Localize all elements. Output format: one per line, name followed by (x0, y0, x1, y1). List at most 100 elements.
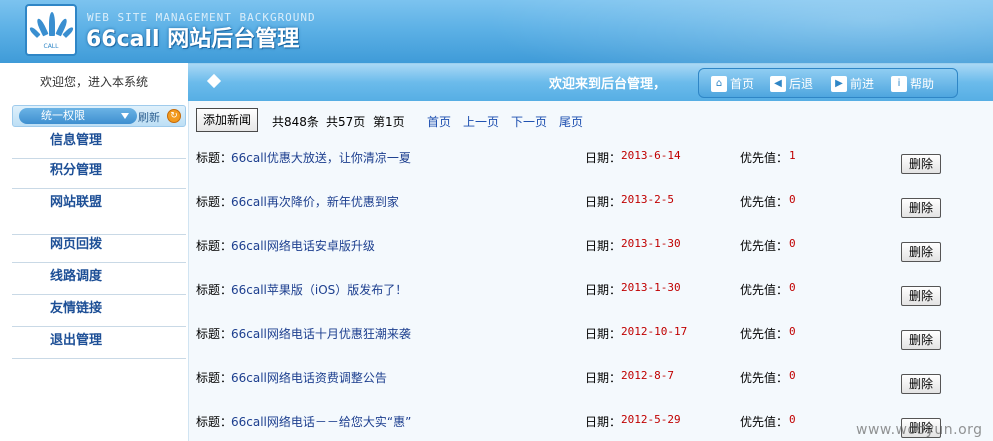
date-label: 日期： (585, 327, 622, 341)
table-row: 标题： 66call优惠大放送，让你清凉一夏 日期： 2013-6-14 优先值… (189, 145, 993, 189)
sidebar-welcome: 欢迎您，进入本系统 (39, 75, 148, 89)
news-date: 2012-10-17 (621, 325, 688, 338)
help-label: 帮助 (910, 77, 935, 91)
back-button[interactable]: ◀ 后退 (770, 76, 813, 92)
delete-button[interactable]: 删除 (901, 374, 941, 394)
sidebar-item-label: 信息管理 (49, 133, 102, 148)
delete-button[interactable]: 删除 (901, 286, 941, 306)
date-label: 日期： (585, 239, 622, 253)
sidebar-item-label: 线路调度 (49, 269, 102, 284)
priority-label: 优先值： (740, 371, 789, 385)
date-label: 日期： (585, 283, 622, 297)
title-label: 标题： (196, 371, 233, 385)
delete-button[interactable]: 删除 (901, 198, 941, 218)
sidebar-item-logout[interactable]: 退出管理 (12, 329, 186, 359)
chevron-down-icon (121, 113, 129, 119)
news-priority: 0 (789, 237, 796, 250)
news-title[interactable]: 66call再次降价，新年优惠到家 (231, 193, 399, 210)
permission-select-label: 统一权限 (41, 109, 85, 122)
back-label: 后退 (789, 77, 814, 91)
title-label: 标题： (196, 415, 233, 429)
delete-button[interactable]: 删除 (901, 330, 941, 350)
header-banner: CALL WEB SITE MANAGEMENT BACKGROUND 66ca… (0, 0, 993, 63)
forward-icon: ▶ (831, 76, 847, 92)
news-date: 2013-1-30 (621, 237, 681, 250)
news-date: 2013-2-5 (621, 193, 674, 206)
sidebar-item-label: 积分管理 (49, 163, 102, 178)
current-page: 第1页 (373, 115, 405, 129)
watermark: www.wooyun.org (856, 422, 983, 438)
home-icon: ⌂ (711, 76, 727, 92)
priority-label: 优先值： (740, 195, 789, 209)
add-news-button[interactable]: 添加新闻 (196, 108, 258, 132)
home-button[interactable]: ⌂ 首页 (711, 76, 754, 92)
date-label: 日期： (585, 195, 622, 209)
sidebar-item-label: 网站联盟 (49, 195, 102, 210)
table-row: 标题： 66call网络电话安卓版升级 日期： 2013-1-30 优先值： 0… (189, 233, 993, 277)
help-button[interactable]: i 帮助 (891, 76, 934, 92)
priority-label: 优先值： (740, 327, 789, 341)
news-title[interactable]: 66call网络电话安卓版升级 (231, 237, 375, 254)
sidebar-item-alliance[interactable]: 网站联盟 (12, 191, 186, 235)
sidebar-item-label: 网页回拨 (49, 237, 102, 252)
date-label: 日期： (585, 415, 622, 429)
delete-button[interactable]: 删除 (901, 154, 941, 174)
sidebar-item-callback[interactable]: 网页回拨 (12, 233, 186, 263)
news-title[interactable]: 66call苹果版（iOS）版发布了！ (231, 281, 407, 298)
title-label: 标题： (196, 283, 233, 297)
forward-button[interactable]: ▶ 前进 (831, 76, 874, 92)
sidebar-item-label: 友情链接 (49, 301, 102, 316)
permission-bar: 统一权限 刷新 ↻ (12, 105, 186, 127)
last-page-link[interactable]: 尾页 (559, 113, 583, 130)
priority-label: 优先值： (740, 415, 789, 429)
sidebar-item-label: 退出管理 (49, 333, 102, 348)
header-glow (420, 0, 993, 63)
sidebar-item-info[interactable]: 信息管理 (12, 129, 186, 159)
table-row: 标题： 66call网络电话十月优惠狂潮来袭 日期： 2012-10-17 优先… (189, 321, 993, 365)
table-row: 标题： 66call苹果版（iOS）版发布了！ 日期： 2013-1-30 优先… (189, 277, 993, 321)
title-label: 标题： (196, 327, 233, 341)
priority-label: 优先值： (740, 239, 789, 253)
back-icon: ◀ (770, 76, 786, 92)
refresh-link[interactable]: 刷新 (138, 109, 160, 125)
first-page-link[interactable]: 首页 (427, 113, 451, 130)
main-welcome: 欢迎来到后台管理， (549, 77, 667, 92)
help-icon: i (891, 76, 907, 92)
news-title[interactable]: 66call网络电话十月优惠狂潮来袭 (231, 325, 411, 342)
page-count: 共57页 (326, 115, 366, 129)
news-priority: 1 (789, 149, 796, 162)
news-priority: 0 (789, 281, 796, 294)
news-title[interactable]: 66call网络电话－－给您大实“惠” (231, 413, 411, 430)
home-label: 首页 (730, 77, 755, 91)
permission-select[interactable]: 统一权限 (19, 108, 137, 124)
sidebar-item-routing[interactable]: 线路调度 (12, 265, 186, 295)
news-priority: 0 (789, 369, 796, 382)
delete-button[interactable]: 删除 (901, 242, 941, 262)
news-title[interactable]: 66call网络电话资费调整公告 (231, 369, 387, 386)
page-title: 66call 网站后台管理 (86, 27, 300, 52)
table-row: 标题： 66call网络电话资费调整公告 日期： 2012-8-7 优先值： 0… (189, 365, 993, 409)
date-label: 日期： (585, 151, 622, 165)
priority-label: 优先值： (740, 283, 789, 297)
main-topbar: 欢迎来到后台管理， ⌂ 首页 ◀ 后退 ▶ 前进 i 帮助 (188, 63, 993, 101)
title-label: 标题： (196, 195, 233, 209)
refresh-icon[interactable]: ↻ (167, 109, 181, 123)
news-content: 添加新闻 共848条 共57页 第1页 首页 上一页 下一页 尾页 标题： 66… (188, 101, 993, 441)
diamond-icon (206, 73, 222, 89)
forward-label: 前进 (850, 77, 875, 91)
news-date: 2013-6-14 (621, 149, 681, 162)
title-label: 标题： (196, 151, 233, 165)
priority-label: 优先值： (740, 151, 789, 165)
news-priority: 0 (789, 325, 796, 338)
logo: CALL (25, 4, 77, 56)
news-priority: 0 (789, 413, 796, 426)
sidebar-item-points[interactable]: 积分管理 (12, 159, 186, 189)
date-label: 日期： (585, 371, 622, 385)
sidebar-item-links[interactable]: 友情链接 (12, 297, 186, 327)
news-title[interactable]: 66call优惠大放送，让你清凉一夏 (231, 149, 411, 166)
next-page-link[interactable]: 下一页 (511, 113, 547, 130)
news-priority: 0 (789, 193, 796, 206)
prev-page-link[interactable]: 上一页 (463, 113, 499, 130)
news-date: 2012-5-29 (621, 413, 681, 426)
logo-text: CALL (43, 43, 59, 50)
